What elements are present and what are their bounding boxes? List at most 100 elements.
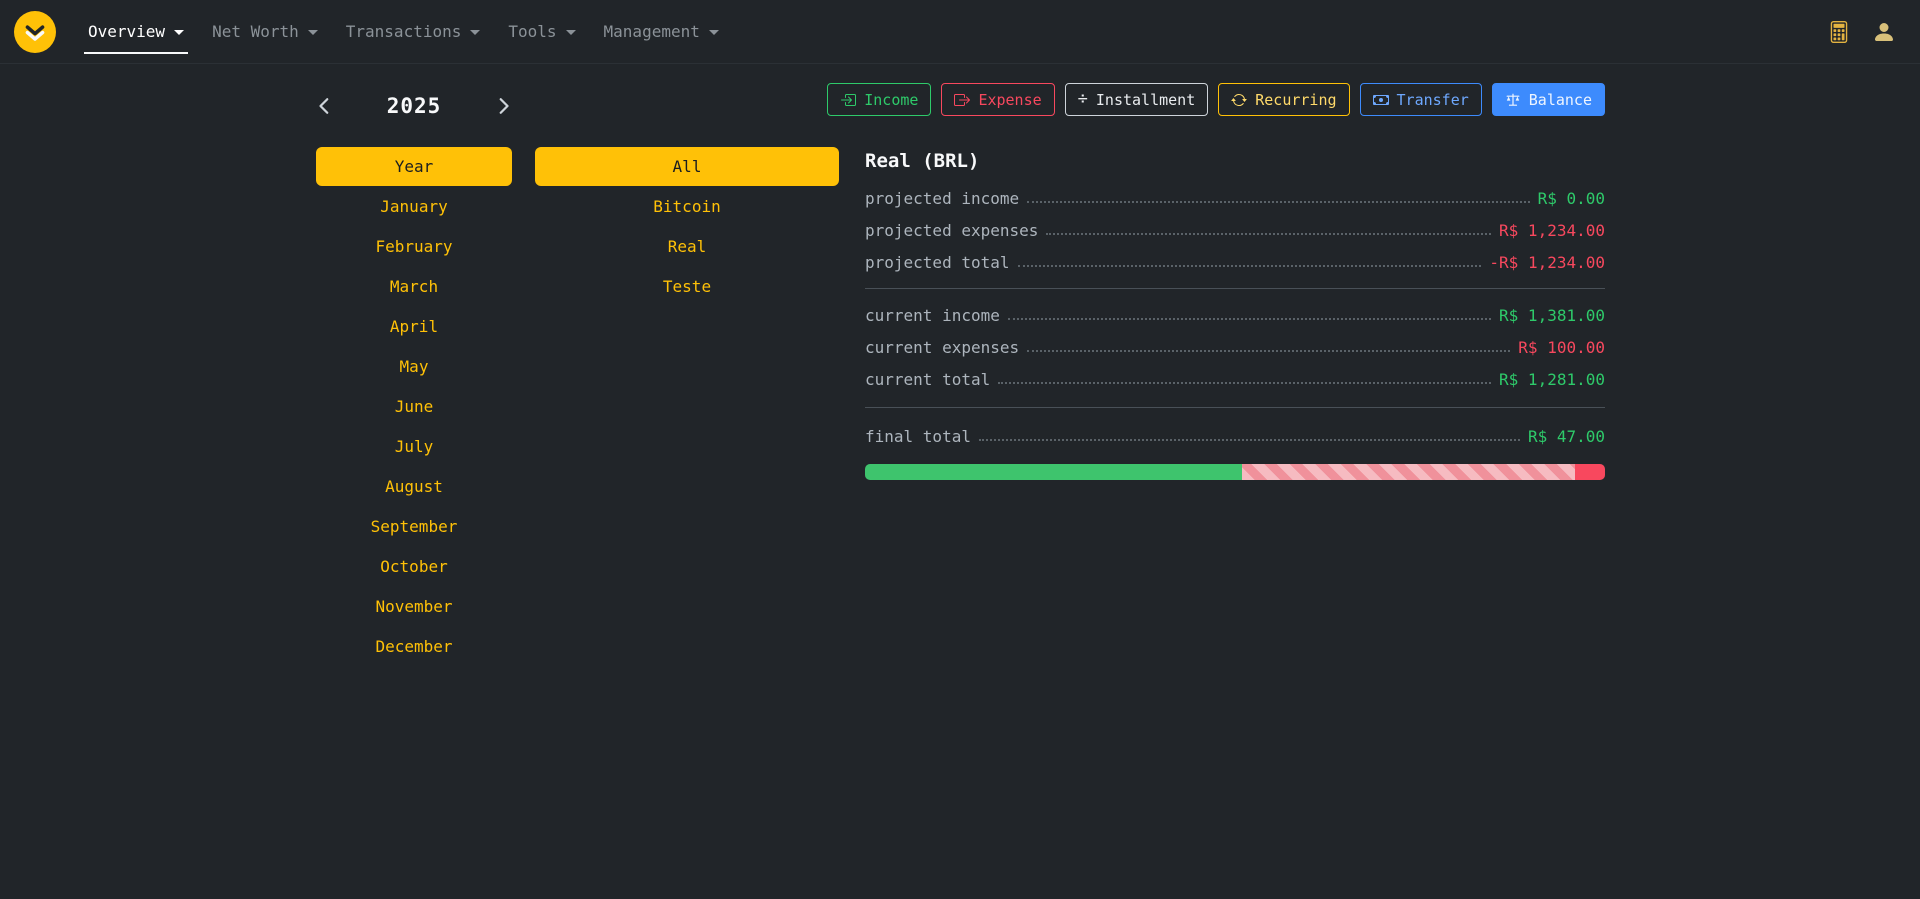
transfer-filter-button[interactable]: Transfer <box>1360 83 1482 116</box>
previous-year-button[interactable] <box>316 97 334 115</box>
calculator-icon[interactable] <box>1828 21 1850 43</box>
chevron-down-icon <box>470 30 480 35</box>
dotted-leader <box>979 439 1520 441</box>
all-accounts-button[interactable]: All <box>535 147 839 186</box>
chevron-down-icon <box>174 30 184 35</box>
nav-label: Management <box>604 22 700 41</box>
filter-label: Expense <box>978 91 1041 109</box>
summary-row-current-total: current total R$ 1,281.00 <box>865 363 1605 395</box>
box-arrow-in-icon <box>840 92 856 108</box>
box-arrow-out-icon <box>954 92 970 108</box>
expense-filter-button[interactable]: Expense <box>941 83 1054 116</box>
filter-label: Income <box>864 91 918 109</box>
nav-item-overview[interactable]: Overview <box>74 0 198 64</box>
row-value: R$ 0.00 <box>1538 189 1605 208</box>
year-button[interactable]: Year <box>316 147 512 186</box>
chevron-down-icon <box>308 30 318 35</box>
month-december[interactable]: December <box>316 626 512 666</box>
account-teste[interactable]: Teste <box>535 266 839 306</box>
current-year: 2025 <box>387 94 442 118</box>
projected-rows: projected income R$ 0.00 projected expen… <box>865 182 1605 278</box>
summary-row-final-total: final total R$ 47.00 <box>865 420 1605 452</box>
row-label: projected income <box>865 189 1019 208</box>
nav-item-tools[interactable]: Tools <box>494 0 589 64</box>
filter-label: Recurring <box>1255 91 1336 109</box>
logo-chevrons-icon <box>22 19 48 45</box>
month-january[interactable]: January <box>316 186 512 226</box>
dotted-leader <box>1046 233 1491 235</box>
repeat-arrows-icon <box>1231 92 1247 108</box>
summary-title: Real (BRL) <box>865 148 1605 174</box>
row-value: -R$ 1,234.00 <box>1489 253 1605 272</box>
filter-label: Transfer <box>1397 91 1469 109</box>
nav-item-management[interactable]: Management <box>590 0 733 64</box>
top-navbar: Overview Net Worth Transactions Tools Ma… <box>0 0 1920 64</box>
month-may[interactable]: May <box>316 346 512 386</box>
month-october[interactable]: October <box>316 546 512 586</box>
dotted-leader <box>998 382 1491 384</box>
division-icon: ÷ <box>1078 91 1088 108</box>
section-divider <box>865 407 1605 408</box>
income-expense-progress-bar <box>865 464 1605 480</box>
nav-label: Overview <box>88 22 165 41</box>
month-july[interactable]: July <box>316 426 512 466</box>
nav-label: Net Worth <box>212 22 299 41</box>
cash-icon <box>1373 92 1389 108</box>
month-april[interactable]: April <box>316 306 512 346</box>
row-value: R$ 1,381.00 <box>1499 306 1605 325</box>
month-november[interactable]: November <box>316 586 512 626</box>
nav-label: Transactions <box>346 22 462 41</box>
row-value: R$ 100.00 <box>1518 338 1605 357</box>
summary-row-current-income: current income R$ 1,381.00 <box>865 299 1605 331</box>
scales-icon <box>1505 92 1521 108</box>
nav-item-net-worth[interactable]: Net Worth <box>198 0 332 64</box>
filter-label: Balance <box>1529 91 1592 109</box>
row-label: current expenses <box>865 338 1019 357</box>
summary-row-projected-income: projected income R$ 0.00 <box>865 182 1605 214</box>
year-navigator: 2025 <box>316 88 512 124</box>
current-rows: current income R$ 1,381.00 current expen… <box>865 299 1605 395</box>
row-label: final total <box>865 427 971 446</box>
month-february[interactable]: February <box>316 226 512 266</box>
summary-row-projected-total: projected total -R$ 1,234.00 <box>865 246 1605 278</box>
row-label: projected expenses <box>865 221 1038 240</box>
progress-projected-expense-segment <box>1242 464 1575 480</box>
row-value: R$ 47.00 <box>1528 427 1605 446</box>
navbar-actions <box>1828 20 1906 44</box>
income-filter-button[interactable]: Income <box>827 83 931 116</box>
transaction-type-filters: Income Expense ÷ Installment Recurr <box>865 83 1605 116</box>
month-march[interactable]: March <box>316 266 512 306</box>
months-list: January February March April May June Ju… <box>316 186 512 666</box>
nav-label: Tools <box>508 22 556 41</box>
recurring-filter-button[interactable]: Recurring <box>1218 83 1349 116</box>
month-september[interactable]: September <box>316 506 512 546</box>
summary-row-projected-expenses: projected expenses R$ 1,234.00 <box>865 214 1605 246</box>
progress-current-expense-segment <box>1575 464 1605 480</box>
balance-filter-button[interactable]: Balance <box>1492 83 1605 116</box>
user-icon[interactable] <box>1872 20 1896 44</box>
row-value: R$ 1,281.00 <box>1499 370 1605 389</box>
filter-label: Installment <box>1096 91 1195 109</box>
row-label: current income <box>865 306 1000 325</box>
installment-filter-button[interactable]: ÷ Installment <box>1065 83 1209 116</box>
account-bitcoin[interactable]: Bitcoin <box>535 186 839 226</box>
dotted-leader <box>1018 265 1482 267</box>
account-real[interactable]: Real <box>535 226 839 266</box>
summary-row-current-expenses: current expenses R$ 100.00 <box>865 331 1605 363</box>
main-nav: Overview Net Worth Transactions Tools Ma… <box>74 0 733 64</box>
app-logo[interactable] <box>14 11 56 53</box>
dotted-leader <box>1027 201 1529 203</box>
month-june[interactable]: June <box>316 386 512 426</box>
month-august[interactable]: August <box>316 466 512 506</box>
chevron-down-icon <box>566 30 576 35</box>
nav-item-transactions[interactable]: Transactions <box>332 0 495 64</box>
chevron-down-icon <box>709 30 719 35</box>
accounts-list: Bitcoin Real Teste <box>535 186 839 306</box>
dotted-leader <box>1008 318 1491 320</box>
row-label: current total <box>865 370 990 389</box>
dotted-leader <box>1027 350 1510 352</box>
row-label: projected total <box>865 253 1010 272</box>
progress-income-segment <box>865 464 1242 480</box>
summary-panel: Income Expense ÷ Installment Recurr <box>865 83 1605 480</box>
next-year-button[interactable] <box>494 97 512 115</box>
